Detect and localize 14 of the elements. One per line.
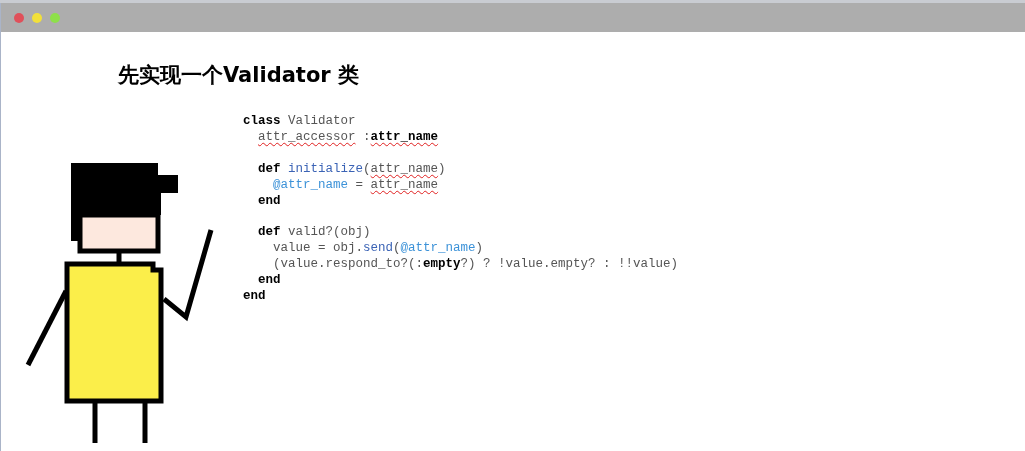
code-line: end (243, 288, 266, 305)
slide-title: 先实现一个Validator 类 (118, 64, 360, 88)
close-button[interactable] (14, 12, 24, 23)
code-line: attr_accessor :attr_name (257, 130, 439, 146)
code-line: value = obj.send(@attr_name) (272, 241, 484, 258)
code-line: class Validator (243, 114, 356, 130)
minimize-button[interactable] (32, 12, 42, 23)
code-line: def valid?(obj) (257, 225, 371, 242)
code-line: @attr_name = attr_name (272, 177, 439, 194)
code-line: (value.respond_to?(:empty?) ? !value.empty? : !!value) (272, 257, 679, 273)
zoom-button[interactable] (50, 12, 60, 23)
code-line: end (257, 193, 281, 210)
code-line: def initialize(attr_name) (257, 161, 446, 178)
code-line: end (257, 273, 281, 289)
